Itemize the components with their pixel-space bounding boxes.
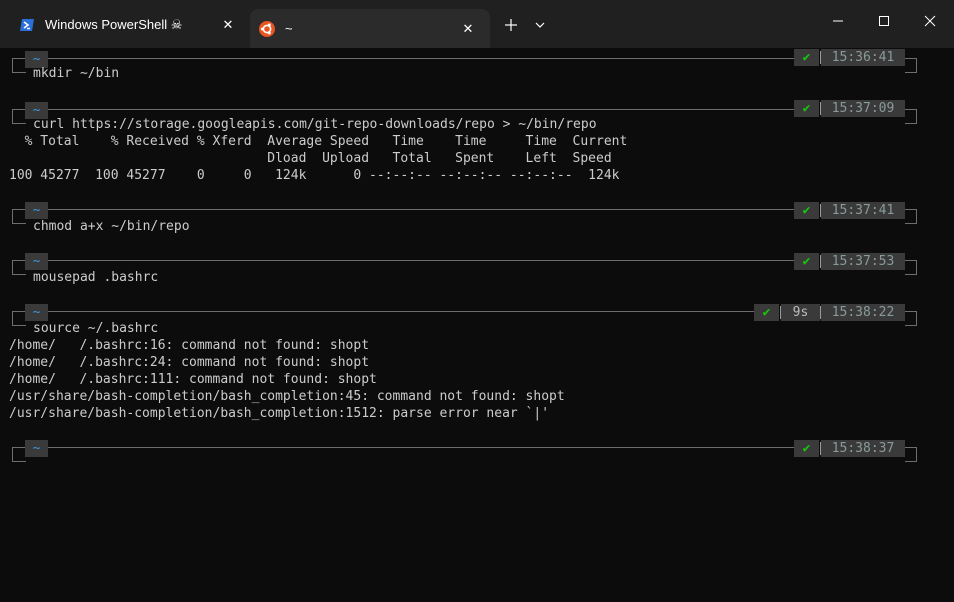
prompt-bracket-left xyxy=(12,311,13,326)
command-text: chmod a+x ~/bin/repo xyxy=(33,219,190,234)
error-line: /home/ /.bashrc:16: command not found: s… xyxy=(9,338,370,353)
status-success-icon: ✔ xyxy=(794,440,819,457)
plus-icon xyxy=(505,19,517,31)
output-line: % Total % Received % Xferd Average Speed… xyxy=(9,134,628,149)
status-success-icon: ✔ xyxy=(794,202,819,219)
prompt-rule xyxy=(12,260,25,261)
prompt-rule xyxy=(48,209,794,210)
prompt-rule xyxy=(12,311,25,312)
prompt-rule xyxy=(12,58,25,59)
prompt-rule xyxy=(905,274,917,275)
command-text: mkdir ~/bin xyxy=(33,66,120,81)
prompt-rule xyxy=(12,461,26,462)
timestamp: 15:36:41 xyxy=(821,49,905,66)
close-window-button[interactable] xyxy=(907,6,953,36)
prompt-bracket-left xyxy=(12,209,13,224)
prompt-rule xyxy=(48,311,754,312)
terminal-pane[interactable]: ~ ✔ 15:36:41 mkdir ~/bin ~ ✔ 15:37:09 cu… xyxy=(0,48,954,602)
command-text: curl https://storage.googleapis.com/git-… xyxy=(33,117,597,132)
timestamp: 15:38:22 xyxy=(821,304,905,321)
prompt-rule xyxy=(48,58,794,59)
timestamp: 15:38:37 xyxy=(821,440,905,457)
minimize-icon xyxy=(833,20,843,22)
status-success-icon: ✔ xyxy=(754,304,779,321)
prompt-rule xyxy=(48,109,794,110)
prompt-directory: ~ xyxy=(25,253,48,270)
status-success-icon: ✔ xyxy=(794,49,819,66)
command-text: mousepad .bashrc xyxy=(33,270,159,285)
prompt-bracket-right xyxy=(916,209,917,224)
command-text: source ~/.bashrc xyxy=(33,321,159,336)
prompt-rule xyxy=(12,209,25,210)
error-line: /usr/share/bash-completion/bash_completi… xyxy=(9,406,550,421)
execution-duration: 9s xyxy=(781,304,820,321)
prompt-bracket-left xyxy=(12,447,13,462)
prompt-bracket-right xyxy=(916,447,917,462)
prompt-rule xyxy=(12,325,26,326)
prompt-rule xyxy=(48,447,794,448)
tab-label: ~ xyxy=(285,21,293,36)
prompt-bracket-right xyxy=(916,109,917,124)
tab-dropdown-button[interactable] xyxy=(528,12,552,38)
minimize-button[interactable] xyxy=(815,6,861,36)
status-success-icon: ✔ xyxy=(794,100,819,117)
tab-windows-powershell[interactable]: Windows PowerShell ☠ ✕ xyxy=(10,9,250,40)
prompt-rule xyxy=(905,123,917,124)
prompt-rule xyxy=(905,325,917,326)
prompt-rule xyxy=(12,72,26,73)
timestamp: 15:37:41 xyxy=(821,202,905,219)
prompt-rule xyxy=(48,260,794,261)
prompt-rule xyxy=(12,447,25,448)
prompt-rule xyxy=(12,123,26,124)
ubuntu-icon xyxy=(258,20,276,38)
new-tab-button[interactable] xyxy=(498,12,524,38)
prompt-bracket-left xyxy=(12,109,13,124)
chevron-down-icon xyxy=(535,22,545,28)
timestamp: 15:37:09 xyxy=(821,100,905,117)
close-tab-icon[interactable]: ✕ xyxy=(456,17,480,41)
timestamp: 15:37:53 xyxy=(821,253,905,270)
prompt-bracket-right xyxy=(916,311,917,326)
error-line: /usr/share/bash-completion/bash_completi… xyxy=(9,389,565,404)
close-tab-icon[interactable]: ✕ xyxy=(216,13,240,37)
output-line: 100 45277 100 45277 0 0 124k 0 --:--:-- … xyxy=(9,168,620,183)
prompt-bracket-left xyxy=(12,58,13,73)
tab-label: Windows PowerShell ☠ xyxy=(45,16,183,32)
prompt-bracket-right xyxy=(916,260,917,275)
prompt-rule xyxy=(12,109,25,110)
prompt-directory: ~ xyxy=(25,202,48,219)
prompt-directory: ~ xyxy=(25,304,48,321)
prompt-rule xyxy=(12,223,26,224)
output-line: Dload Upload Total Spent Left Speed xyxy=(9,151,612,166)
powershell-icon xyxy=(18,16,36,34)
status-success-icon: ✔ xyxy=(794,253,819,270)
error-line: /home/ /.bashrc:24: command not found: s… xyxy=(9,355,370,370)
prompt-rule xyxy=(905,223,917,224)
error-line: /home/ /.bashrc:111: command not found: … xyxy=(9,372,377,387)
prompt-bracket-right xyxy=(916,58,917,73)
tab-ubuntu[interactable]: ~ ✕ xyxy=(250,9,490,48)
prompt-rule xyxy=(905,461,917,462)
prompt-directory: ~ xyxy=(25,440,48,457)
prompt-rule xyxy=(12,274,26,275)
maximize-icon xyxy=(879,16,889,26)
prompt-bracket-left xyxy=(12,260,13,275)
close-icon xyxy=(924,15,936,27)
prompt-rule xyxy=(905,72,917,73)
maximize-button[interactable] xyxy=(861,6,907,36)
title-bar: Windows PowerShell ☠ ✕ ~ ✕ xyxy=(0,0,954,48)
